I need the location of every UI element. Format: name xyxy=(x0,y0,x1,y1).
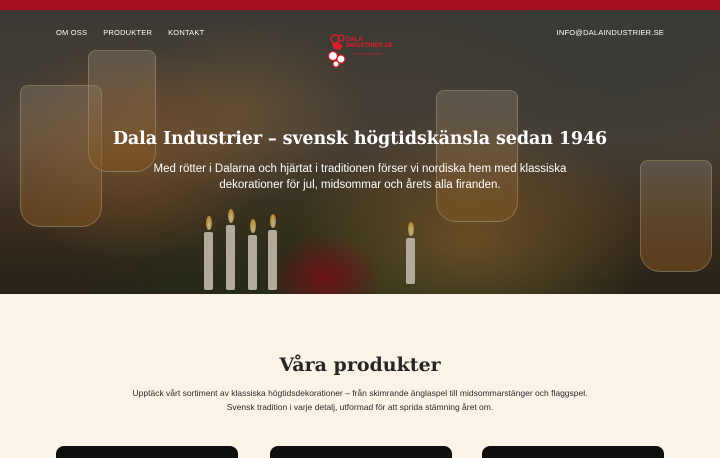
product-card[interactable] xyxy=(270,446,452,458)
logo-tagline: Sverige. Sedan 1946 xyxy=(354,52,383,56)
products-title: Våra produkter xyxy=(279,354,441,376)
nav-item-produkter[interactable]: PRODUKTER xyxy=(103,28,152,37)
product-card[interactable] xyxy=(482,446,664,458)
hero-subtitle: Med rötter i Dalarna och hjärtat i tradi… xyxy=(153,163,567,191)
contact-email-link[interactable]: INFO@DALAINDUSTRIER.SE xyxy=(557,28,664,37)
top-accent-bar xyxy=(0,0,720,10)
site-logo[interactable]: DALA INDUSTRIER AB Sverige. Sedan 1946 xyxy=(326,30,398,72)
products-description: Upptäck vårt sortiment av klassiska högt… xyxy=(132,388,588,412)
main-nav: OM OSS PRODUKTER KONTAKT xyxy=(56,28,204,37)
nav-item-kontakt[interactable]: KONTAKT xyxy=(168,28,204,37)
dala-horse-logo-icon xyxy=(327,34,346,68)
hero-title: Dala Industrier – svensk högtidskänsla s… xyxy=(112,129,608,149)
logo-name: DALA INDUSTRIER AB xyxy=(346,37,393,49)
hero-banner: OM OSS PRODUKTER KONTAKT DALA INDUSTRIER… xyxy=(0,10,720,294)
nav-item-om-oss[interactable]: OM OSS xyxy=(56,28,87,37)
product-card[interactable] xyxy=(56,446,238,458)
